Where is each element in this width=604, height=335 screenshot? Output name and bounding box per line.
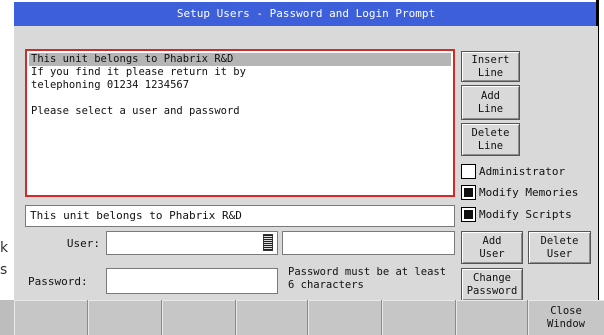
message-line[interactable]: This unit belongs to Phabrix R&D xyxy=(29,53,451,66)
delete-user-label: Delete User xyxy=(540,234,579,260)
password-field[interactable] xyxy=(106,268,278,294)
user-label: User: xyxy=(66,237,100,250)
modify-memories-label: Modify Memories xyxy=(479,186,579,199)
add-user-button[interactable]: Add User xyxy=(461,231,523,264)
administrator-checkbox-box[interactable] xyxy=(461,164,476,179)
change-password-button[interactable]: Change Password xyxy=(461,268,523,301)
message-line[interactable]: Please select a user and password xyxy=(29,105,451,118)
function-key-5[interactable] xyxy=(308,300,382,335)
close-window-button[interactable]: Close Window xyxy=(528,300,604,335)
window-title-bar[interactable]: Setup Users - Password and Login Prompt xyxy=(14,2,598,26)
message-line[interactable] xyxy=(29,92,451,105)
delete-line-button[interactable]: Delete Line xyxy=(461,123,520,156)
modify-memories-checkbox-box[interactable] xyxy=(461,185,476,200)
background-text-fragment: s xyxy=(0,262,8,278)
modify-scripts-checkbox-box[interactable] xyxy=(461,207,476,222)
add-user-label: Add User xyxy=(479,234,505,260)
background-text-fragment: k xyxy=(0,240,9,256)
function-key-2[interactable] xyxy=(88,300,162,335)
user-name-field[interactable] xyxy=(282,231,455,255)
close-window-label: Close Window xyxy=(547,305,585,330)
window-title: Setup Users - Password and Login Prompt xyxy=(176,7,436,20)
administrator-label: Administrator xyxy=(479,165,566,178)
user-scroll-handle[interactable] xyxy=(263,234,273,251)
administrator-checkbox[interactable]: Administrator xyxy=(461,163,601,180)
function-key-6[interactable] xyxy=(382,300,456,335)
password-hint: Password must be at least 6 characters xyxy=(288,266,447,291)
function-key-1[interactable] xyxy=(14,300,88,335)
add-line-button[interactable]: Add Line xyxy=(461,85,520,120)
modify-memories-checkbox[interactable]: Modify Memories xyxy=(461,184,601,201)
function-key-7[interactable] xyxy=(456,300,528,335)
function-key-3[interactable] xyxy=(162,300,236,335)
delete-user-button[interactable]: Delete User xyxy=(528,231,591,264)
message-line[interactable]: telephoning 01234 1234567 xyxy=(29,79,451,92)
insert-line-button[interactable]: Insert Line xyxy=(461,51,520,82)
message-line[interactable]: If you find it please return it by xyxy=(29,66,451,79)
message-text-area[interactable]: This unit belongs to Phabrix R&D If you … xyxy=(25,49,455,197)
insert-line-label: Insert Line xyxy=(471,53,510,79)
user-select[interactable] xyxy=(106,231,278,255)
delete-line-label: Delete Line xyxy=(471,126,510,152)
modify-scripts-checkbox[interactable]: Modify Scripts xyxy=(461,206,601,223)
add-line-label: Add Line xyxy=(477,89,504,115)
line-edit-field[interactable]: This unit belongs to Phabrix R&D xyxy=(25,205,455,227)
modify-scripts-label: Modify Scripts xyxy=(479,208,572,221)
line-edit-value: This unit belongs to Phabrix R&D xyxy=(30,209,242,222)
change-password-label: Change Password xyxy=(466,271,518,297)
function-key-4[interactable] xyxy=(236,300,308,335)
password-label: Password: xyxy=(28,275,88,288)
